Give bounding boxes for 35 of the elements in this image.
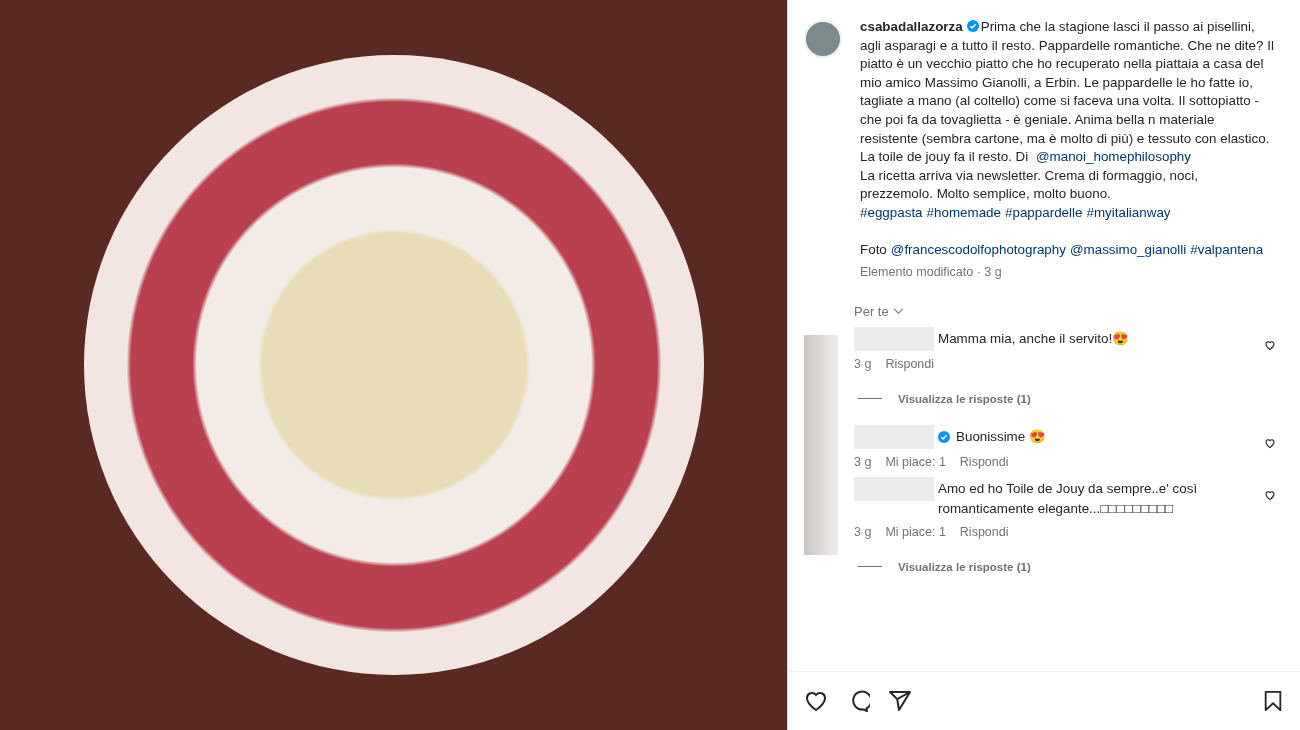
heart-icon[interactable] xyxy=(1264,488,1276,501)
reply-button[interactable]: Rispondi xyxy=(885,356,935,371)
bookmark-icon[interactable] xyxy=(1262,689,1284,713)
caption-link[interactable]: #homemade xyxy=(926,204,1001,220)
caption-link[interactable]: #eggpasta xyxy=(860,204,923,220)
caption-link[interactable]: #pappardelle xyxy=(1005,204,1083,220)
caption-link[interactable]: @manoi_homephilosophy xyxy=(1035,149,1191,165)
edited-timestamp: Elemento modificato · 3 g xyxy=(860,264,1003,282)
verified-badge-icon xyxy=(938,430,950,443)
reply-button[interactable]: Rispondi xyxy=(959,524,1009,539)
caption-text: csabadallazorza Prima che la stagione lasci il passo ai pisellini, agli asparagi e a tutto il resto. Pappardelle romantiche. Che ne dite? Il piatto è un vecchio piatto che ho recuperato nella piattaia a casa del mio amico Massimo Gianolli, a Erbin. Le pappardelle le ho fatte io, tagliate a mano (al coltello) come si faceva una volta. Il sottopiatto - che poi fa da tovaglietta - è geniale. Anima bella n materiale resistente (sembra cartone, ma è molto di più) e tessuto con elastico. La toile de jouy fa il resto. Di @manoi_homephilosophy xyxy=(860,18,1274,167)
heart-icon[interactable] xyxy=(804,689,828,713)
avatar[interactable] xyxy=(804,20,842,58)
caption-link[interactable]: @francescodolfophotography xyxy=(890,241,1066,257)
comment-time: 3 g xyxy=(854,454,872,469)
chevron-down-icon xyxy=(892,307,904,315)
sort-dropdown[interactable]: Per te xyxy=(854,303,904,319)
view-replies-button[interactable]: Visualizza le risposte (1) xyxy=(898,560,1031,573)
reply-button[interactable]: Rispondi xyxy=(959,454,1009,469)
caption-text: Foto @francescodolfophotography @massimo_gianolli #valpantena xyxy=(860,240,1265,259)
comment-text: Mamma mia, anche il servito!😍 xyxy=(938,329,1131,348)
caption-text: La ricetta arriva via newsletter. Crema di formaggio, noci, prezzemolo. Molto semplice, molto buono. xyxy=(860,166,1199,204)
comment-text: Buonissime 😍 xyxy=(956,427,1047,446)
caption-link[interactable]: #myitalianway xyxy=(1086,204,1171,220)
heart-icon[interactable] xyxy=(1264,436,1276,449)
comment-time: 3 g xyxy=(854,524,872,539)
caption-link[interactable]: @massimo_gianolli xyxy=(1069,241,1187,257)
heart-icon[interactable] xyxy=(1264,338,1276,351)
send-icon[interactable] xyxy=(888,689,912,713)
view-replies-button[interactable]: Visualizza le risposte (1) xyxy=(898,392,1031,405)
likes-count[interactable]: Mi piace: 1 xyxy=(885,454,946,469)
caption-link[interactable]: #valpantena xyxy=(1190,241,1264,257)
comment-text: Amo ed ho Toile de Jouy da sempre..e' così romanticamente elegante...□□□□□□□□□ xyxy=(938,479,1199,518)
likes-count[interactable]: Mi piace: 1 xyxy=(885,524,946,539)
comment-time: 3 g xyxy=(854,356,872,371)
